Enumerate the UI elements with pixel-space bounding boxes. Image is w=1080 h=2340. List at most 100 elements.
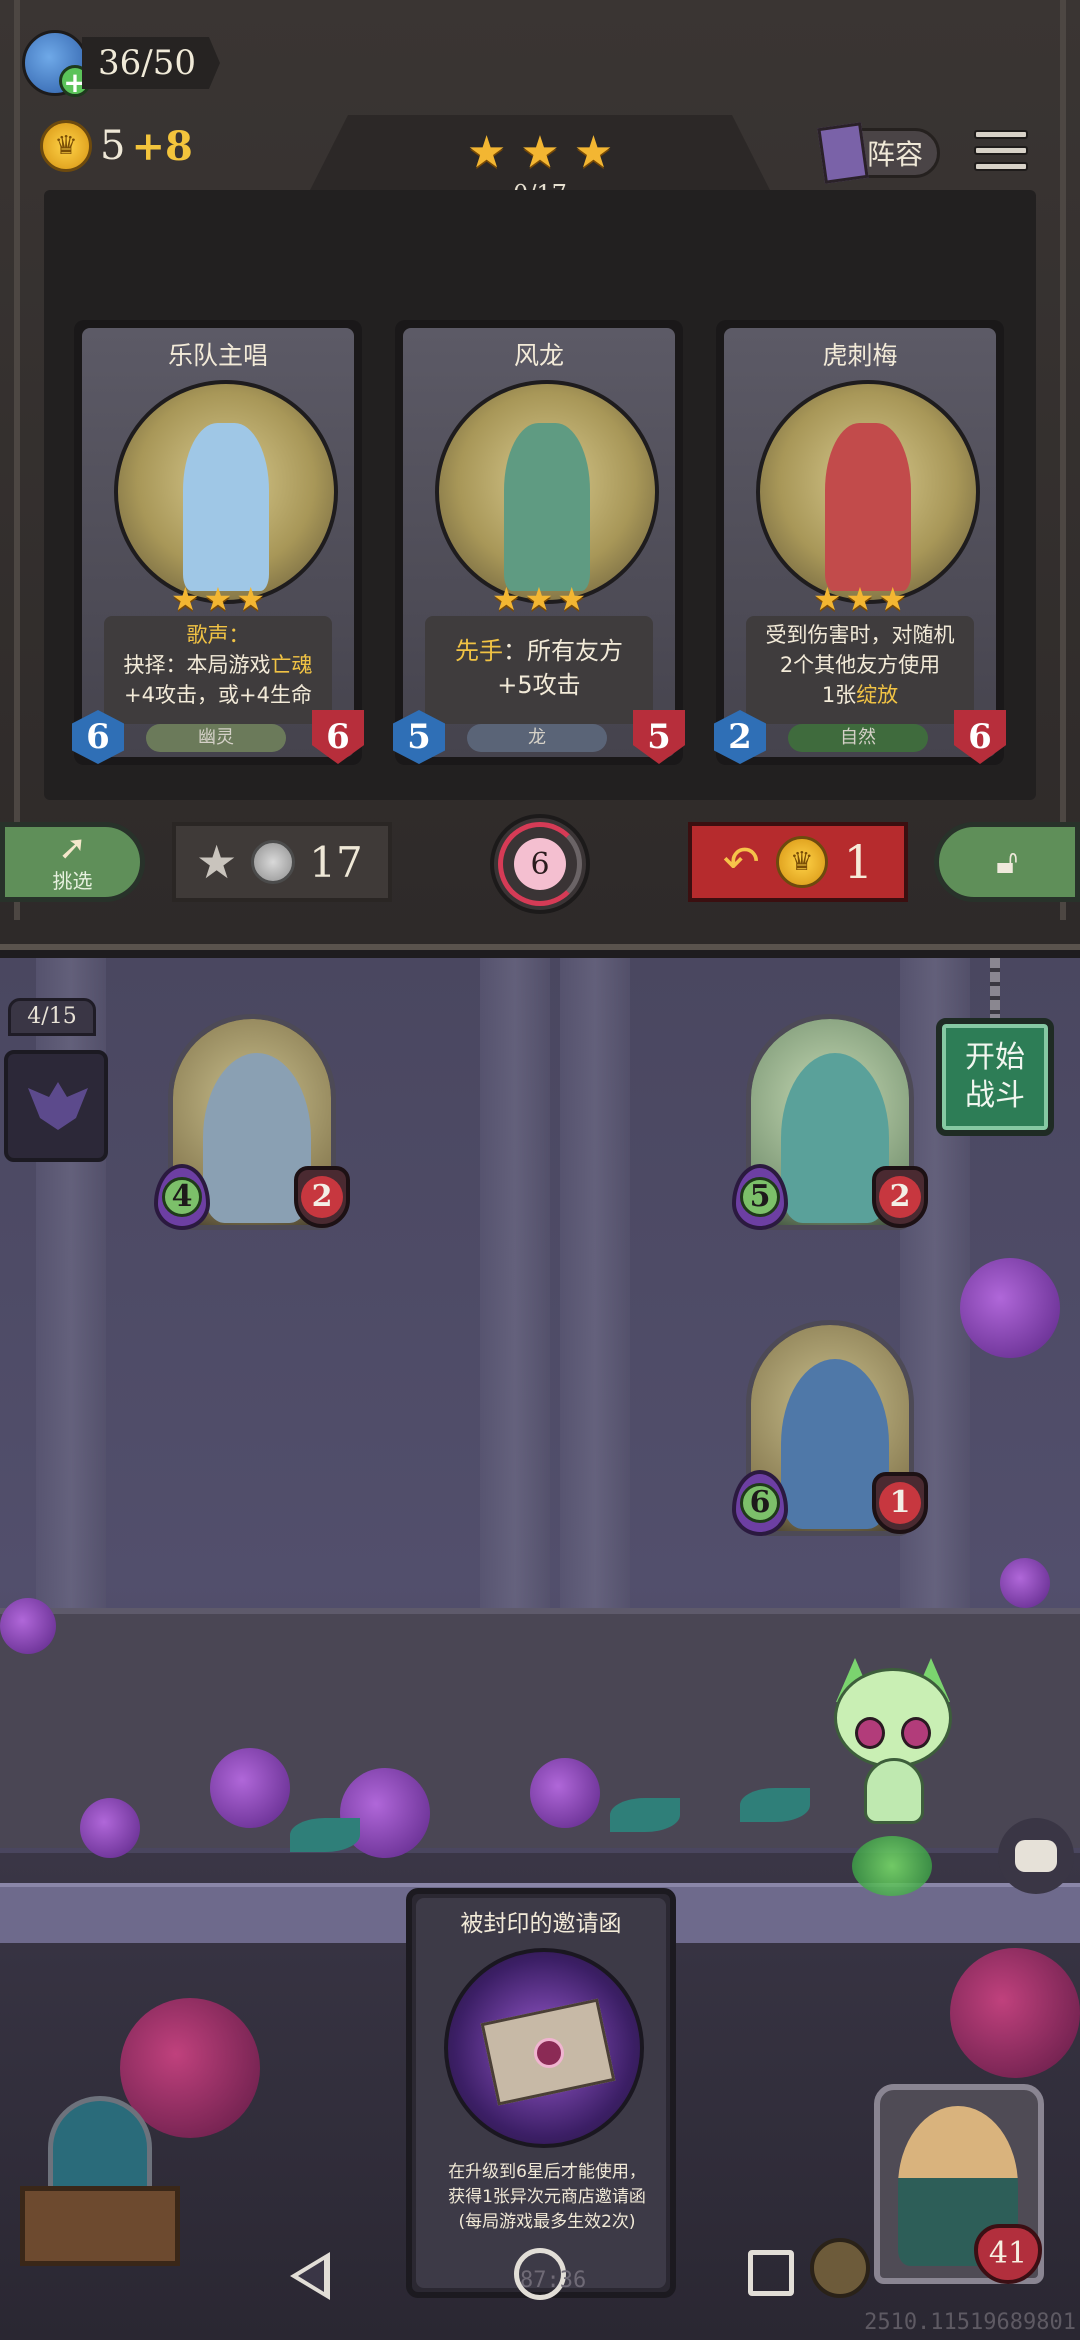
desc-line: 抉择：本局游戏亡魂 (104, 650, 332, 680)
leaf-decoration (290, 1818, 360, 1852)
upgrade-button[interactable]: ★ 17 (172, 822, 392, 902)
desc-text: 抉择：本局游戏 (123, 653, 271, 677)
rose-decoration (1000, 1558, 1050, 1608)
unit-health: 2 (294, 1166, 350, 1228)
attack-value: 4 (162, 1177, 202, 1217)
gold-bonus: +8 (131, 122, 193, 170)
keyword: 绽放 (856, 683, 899, 707)
gold-value: 5 (100, 123, 126, 169)
eye-seal-icon (534, 2038, 564, 2068)
card-description: 受到伤害时，对随机 2个其他友方使用 1张绽放 (746, 616, 974, 724)
cat-head (834, 1668, 952, 1768)
shop-panel: + 36/50 ♛ 5 +8 ★ ★ ★ 0/17 阵容 乐队主唱 (0, 0, 1080, 950)
start-label-line2: 战斗 (965, 1078, 1025, 1113)
crown-of-thorns-art (824, 422, 912, 592)
desc-line: 受到伤害时，对随机 (765, 623, 955, 647)
cat-pet[interactable] (828, 1658, 958, 1828)
flower-count: 6 (530, 846, 550, 882)
desc-line: +5攻击 (497, 671, 581, 699)
board-unit[interactable]: 4 2 (154, 1014, 350, 1244)
card-portrait (435, 380, 659, 604)
arrow-up-right-icon: ➚ (58, 827, 87, 868)
next-enemy-preview[interactable] (4, 1050, 108, 1162)
rose-decoration (0, 1598, 56, 1654)
chain-decoration (990, 958, 1000, 1018)
pick-button[interactable]: ➚ 挑选 (0, 822, 145, 902)
star-icon: ★ (812, 580, 842, 618)
cat-body (864, 1758, 924, 1824)
desc-line: 在升级到6星后才能使用， (448, 2162, 646, 2182)
card-name: 被封印的邀请函 (460, 1911, 622, 1937)
game-screen: + 36/50 ♛ 5 +8 ★ ★ ★ 0/17 阵容 乐队主唱 (0, 0, 1080, 2340)
attack-value: 6 (740, 1483, 780, 1523)
lock-icon: 🔓︎ (995, 842, 1019, 882)
card-name: 风龙 (513, 341, 564, 370)
card-stars: ★ ★ ★ (82, 583, 354, 615)
desc-line: +4攻击，或+4生命 (124, 683, 312, 707)
silver-crown-coin-icon (251, 840, 296, 884)
crown-coin-icon: ♛ (775, 836, 828, 888)
roster-label: 阵容 (866, 138, 923, 171)
health-value: 2 (301, 1176, 343, 1218)
star-icon: ★ (491, 580, 521, 618)
timer-text: 87:36 (520, 2268, 587, 2293)
desc-text: ：所有友方 (503, 637, 623, 665)
desc-line: 2个其他友方使用 (779, 653, 941, 677)
rose-decoration (80, 1798, 140, 1858)
player-gold: ♛ 5 +8 (40, 120, 193, 172)
rose-decoration (960, 1258, 1060, 1358)
refresh-cost: 1 (843, 835, 874, 889)
shop-card[interactable]: 风龙 ★ ★ ★ 先手：所有友方 +5攻击 5 5 龙 (393, 320, 685, 765)
ghost-singer-art (182, 422, 270, 592)
desc-line: 1张绽放 (746, 680, 974, 710)
card-portrait (756, 380, 980, 604)
refresh-button[interactable]: ↶ ♛ 1 (688, 822, 908, 902)
wind-dragon-art (503, 422, 591, 592)
upgrade-cost: 17 (309, 837, 363, 887)
player-hp-text: 36/50 (82, 37, 220, 89)
lock-button[interactable]: 🔓︎ (934, 822, 1080, 902)
board-unit[interactable]: 6 1 (732, 1320, 928, 1550)
chat-icon[interactable] (998, 1818, 1074, 1894)
card-body: 乐队主唱 ★ ★ ★ 歌声： 抉择：本局游戏亡魂 +4攻击，或+4生命 (82, 328, 354, 757)
back-nav-icon[interactable] (290, 2252, 330, 2300)
tribe-tag: 龙 (467, 724, 607, 752)
desc-line: 先手：所有友方 (425, 634, 653, 668)
star-icon: ★ (573, 127, 614, 178)
leaf-decoration (610, 1798, 680, 1832)
shop-card[interactable]: 乐队主唱 ★ ★ ★ 歌声： 抉择：本局游戏亡魂 +4攻击，或+4生命 6 6 … (72, 320, 364, 765)
rose-decoration (950, 1948, 1080, 2078)
star-icon: ★ (520, 127, 560, 178)
card-description: 先手：所有友方 +5攻击 (425, 616, 653, 724)
potion-icon[interactable]: + (22, 30, 91, 98)
card-portrait (114, 380, 338, 604)
recent-apps-icon[interactable] (748, 2250, 794, 2296)
unit-health: 1 (872, 1472, 928, 1534)
attack-value: 5 (740, 1177, 780, 1217)
shop-card[interactable]: 虎刺梅 ★ ★ ★ 受到伤害时，对随机 2个其他友方使用 1张绽放 2 6 自然 (714, 320, 1006, 765)
card-body: 风龙 ★ ★ ★ 先手：所有友方 +5攻击 (403, 328, 675, 757)
green-orb-icon[interactable] (852, 1836, 932, 1896)
version-text: 2510.11519689801 (864, 2310, 1076, 2335)
desc-line: 获得1张异次元商店邀请函 (448, 2187, 646, 2207)
board-unit[interactable]: 5 2 (732, 1014, 928, 1244)
star-icon: ★ (236, 580, 266, 618)
health-value: 2 (879, 1176, 921, 1218)
star-icon: ★ (524, 580, 554, 618)
star-icon: ★ (170, 580, 200, 618)
unit-health: 2 (872, 1166, 928, 1228)
star-upgrade-icon: ★ (196, 835, 238, 889)
flower-counter[interactable]: 6 (490, 814, 590, 914)
crystal-icon (48, 2096, 152, 2200)
tier-stars: ★ ★ ★ (300, 131, 780, 175)
start-battle-button[interactable]: 开始 战斗 (936, 1018, 1054, 1136)
card-stars: ★ ★ ★ (724, 583, 996, 615)
menu-icon[interactable] (974, 130, 1028, 178)
desc-text: 1张 (821, 683, 857, 707)
leaf-decoration (740, 1788, 810, 1822)
rose-decoration (210, 1748, 290, 1828)
card-body: 虎刺梅 ★ ★ ★ 受到伤害时，对随机 2个其他友方使用 1张绽放 (724, 328, 996, 757)
start-label-line1: 开始 (965, 1040, 1025, 1075)
roster-button[interactable]: 阵容 (817, 122, 940, 184)
card-name: 乐队主唱 (167, 341, 268, 370)
